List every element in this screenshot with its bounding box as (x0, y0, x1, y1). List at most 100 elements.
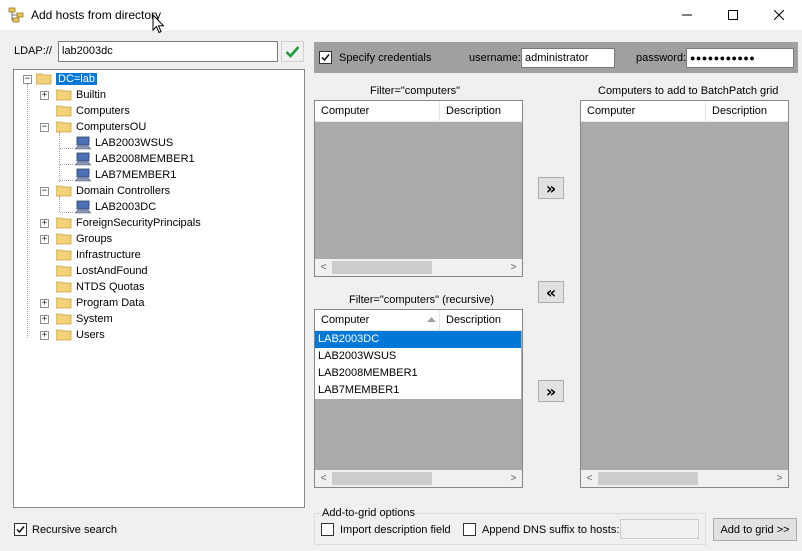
tree-node-foreignsecurityprincipals[interactable]: ForeignSecurityPrincipals (55, 215, 201, 231)
list2-title: Filter="computers" (recursive) (349, 294, 495, 306)
checkmark-icon (285, 46, 300, 58)
tree-node-domain-controllers[interactable]: Domain Controllers (55, 183, 170, 199)
username-label: username: (469, 52, 521, 64)
folder-icon (55, 329, 72, 341)
tree-node-lostandfound[interactable]: LostAndFound (55, 263, 148, 279)
horizontal-scrollbar[interactable]: < > (581, 470, 788, 487)
tree-node-computer[interactable]: LAB2003DC (74, 199, 156, 215)
tree-node-computer[interactable]: LAB7MEMBER1 (74, 167, 176, 183)
append-dns-checkbox[interactable] (463, 523, 476, 536)
tree-node-root[interactable]: DC=lab (35, 71, 97, 87)
scroll-right-icon[interactable]: > (505, 259, 522, 276)
maximize-button[interactable] (710, 0, 756, 30)
directory-app-icon (8, 7, 24, 23)
minimize-button[interactable] (664, 0, 710, 30)
checkmark-icon (321, 54, 330, 62)
tree-node-groups[interactable]: Groups (55, 231, 112, 247)
import-description-label: Import description field (340, 524, 451, 536)
add-selected-button[interactable]: » (538, 177, 564, 199)
scroll-left-icon[interactable]: < (315, 259, 332, 276)
remove-selected-button[interactable]: « (538, 281, 564, 303)
expand-toggle[interactable]: + (40, 299, 49, 308)
column-header-computer[interactable]: Computer (581, 101, 706, 121)
horizontal-scrollbar[interactable]: < > (315, 470, 522, 487)
close-icon (774, 10, 784, 20)
scroll-thumb[interactable] (332, 472, 432, 485)
directory-tree[interactable]: − DC=lab + Builtin Computers − Computers… (13, 69, 305, 508)
tree-node-ntds-quotas[interactable]: NTDS Quotas (55, 279, 144, 295)
computer-icon (74, 152, 92, 166)
scroll-thumb[interactable] (598, 472, 698, 485)
tree-node-computers[interactable]: Computers (55, 103, 130, 119)
expand-toggle[interactable]: + (40, 91, 49, 100)
column-header-computer[interactable]: Computer (315, 310, 440, 330)
list-item[interactable]: LAB7MEMBER1 (315, 382, 521, 399)
title-bar: Add hosts from directory (0, 0, 802, 34)
computers-list[interactable]: Computer Description < > (314, 100, 523, 277)
recursive-computers-list[interactable]: Computer Description LAB2003DC LAB2003WS… (314, 309, 523, 488)
minimize-icon (682, 14, 692, 16)
recursive-search-checkbox[interactable] (14, 523, 27, 536)
list-header: Computer Description (315, 310, 522, 331)
folder-icon (55, 105, 72, 117)
scroll-right-icon[interactable]: > (505, 470, 522, 487)
column-header-description[interactable]: Description (706, 101, 788, 121)
specify-credentials-label: Specify credentials (339, 52, 432, 64)
dns-suffix-input[interactable] (620, 519, 699, 539)
expand-toggle[interactable]: + (40, 219, 49, 228)
scroll-thumb[interactable] (332, 261, 432, 274)
tree-node-computersou[interactable]: ComputersOU (55, 119, 146, 135)
column-header-computer[interactable]: Computer (315, 101, 440, 121)
list-item[interactable]: LAB2003DC (315, 331, 521, 348)
expand-toggle[interactable]: + (40, 235, 49, 244)
collapse-toggle[interactable]: − (40, 187, 49, 196)
folder-icon (55, 281, 72, 293)
folder-open-icon (35, 73, 52, 85)
add-recursive-selected-button[interactable]: » (538, 380, 564, 402)
folder-open-icon (55, 185, 72, 197)
tree-node-users[interactable]: Users (55, 327, 105, 343)
scroll-left-icon[interactable]: < (581, 470, 598, 487)
folder-icon (55, 313, 72, 325)
tree-node-computer[interactable]: LAB2008MEMBER1 (74, 151, 195, 167)
ldap-input[interactable]: lab2003dc (58, 41, 278, 62)
computer-icon (74, 168, 92, 182)
sort-ascending-icon (427, 317, 436, 322)
collapse-toggle[interactable]: − (23, 75, 32, 84)
tree-node-label: DC=lab (56, 73, 97, 85)
options-group-label: Add-to-grid options (320, 506, 417, 520)
expand-toggle[interactable]: + (40, 331, 49, 340)
password-label: password: (636, 52, 687, 64)
username-input[interactable]: administrator (521, 48, 615, 68)
close-button[interactable] (756, 0, 802, 30)
list-header: Computer Description (315, 101, 522, 122)
window-title: Add hosts from directory (31, 8, 162, 22)
add-to-grid-button[interactable]: Add to grid >> (713, 518, 797, 541)
list3-title: Computers to add to BatchPatch grid (598, 85, 779, 97)
computer-icon (74, 136, 92, 150)
column-header-description[interactable]: Description (440, 310, 522, 330)
collapse-toggle[interactable]: − (40, 123, 49, 132)
specify-credentials-checkbox[interactable] (319, 51, 332, 64)
expand-toggle[interactable]: + (40, 315, 49, 324)
scroll-right-icon[interactable]: > (771, 470, 788, 487)
ldap-go-button[interactable] (281, 41, 304, 62)
column-header-description[interactable]: Description (440, 101, 522, 121)
folder-icon (55, 217, 72, 229)
computer-icon (74, 200, 92, 214)
horizontal-scrollbar[interactable]: < > (315, 259, 522, 276)
list-item[interactable]: LAB2008MEMBER1 (315, 365, 521, 382)
tree-node-system[interactable]: System (55, 311, 113, 327)
tree-node-builtin[interactable]: Builtin (55, 87, 106, 103)
folder-icon (55, 233, 72, 245)
tree-node-infrastructure[interactable]: Infrastructure (55, 247, 141, 263)
import-description-checkbox[interactable] (321, 523, 334, 536)
scroll-left-icon[interactable]: < (315, 470, 332, 487)
tree-node-computer[interactable]: LAB2003WSUS (74, 135, 173, 151)
batchpatch-grid-list[interactable]: Computer Description < > (580, 100, 789, 488)
tree-node-program-data[interactable]: Program Data (55, 295, 144, 311)
maximize-icon (728, 10, 738, 20)
credentials-panel: Specify credentials username: administra… (314, 42, 798, 73)
password-input[interactable]: ●●●●●●●●●●● (686, 48, 794, 68)
list-item[interactable]: LAB2003WSUS (315, 348, 521, 365)
